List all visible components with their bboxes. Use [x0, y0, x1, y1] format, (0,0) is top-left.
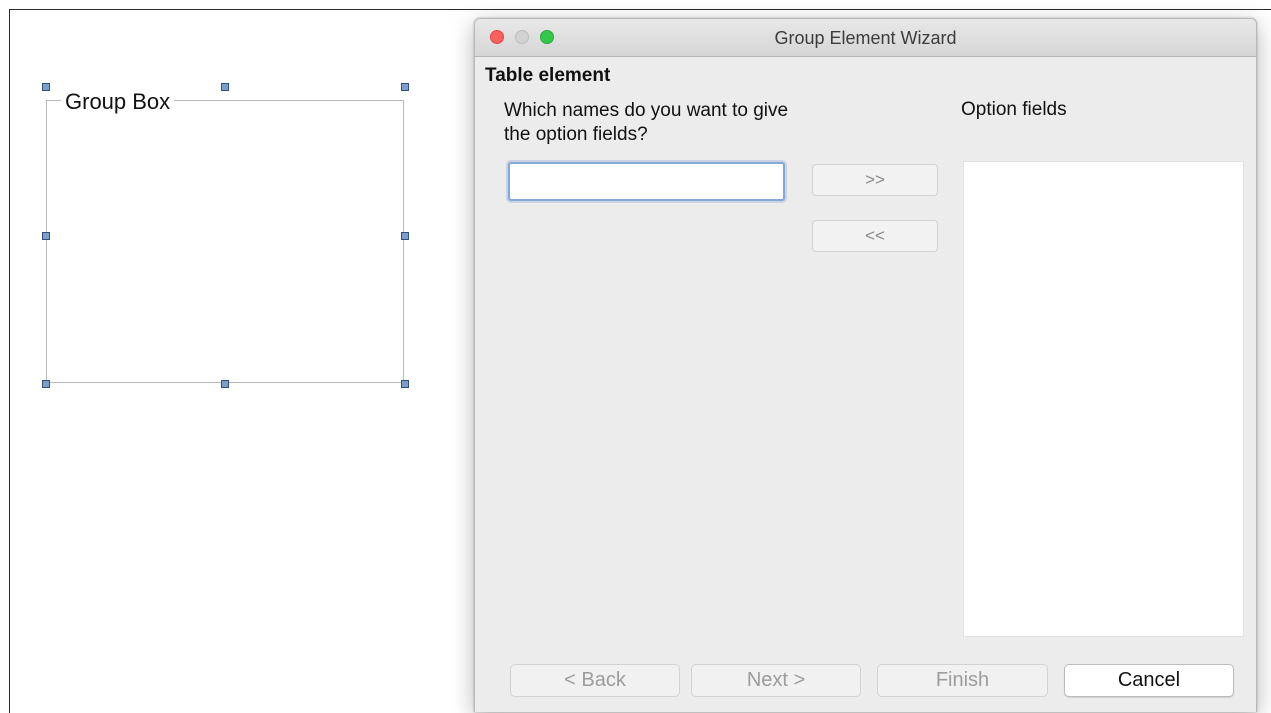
selection-handle-top-center[interactable]	[221, 83, 229, 91]
selection-handle-bottom-center[interactable]	[221, 380, 229, 388]
finish-button[interactable]: Finish	[877, 664, 1048, 697]
dialog-title: Group Element Wizard	[774, 28, 957, 48]
names-question-label: Which names do you want to give the opti…	[504, 100, 789, 145]
dialog-titlebar[interactable]: Group Element Wizard	[475, 19, 1256, 57]
section-heading: Table element	[485, 65, 611, 86]
group-box-frame[interactable]	[46, 100, 404, 383]
option-name-input[interactable]	[508, 162, 785, 201]
selection-handle-top-right[interactable]	[401, 83, 409, 91]
option-fields-list[interactable]	[963, 161, 1244, 637]
back-button[interactable]: < Back	[510, 664, 680, 697]
next-button[interactable]: Next >	[691, 664, 861, 697]
selection-handle-bottom-right[interactable]	[401, 380, 409, 388]
selection-handle-middle-left[interactable]	[42, 232, 50, 240]
group-element-wizard-dialog: Group Element Wizard Table element Which…	[474, 18, 1257, 712]
add-option-button[interactable]: >>	[812, 164, 938, 196]
group-box-label: Group Box	[61, 89, 175, 115]
cancel-button[interactable]: Cancel	[1064, 664, 1234, 697]
selection-handle-middle-right[interactable]	[401, 232, 409, 240]
remove-option-button[interactable]: <<	[812, 220, 938, 252]
option-fields-label: Option fields	[961, 99, 1067, 120]
selection-handle-top-left[interactable]	[42, 83, 50, 91]
selection-handle-bottom-left[interactable]	[42, 380, 50, 388]
